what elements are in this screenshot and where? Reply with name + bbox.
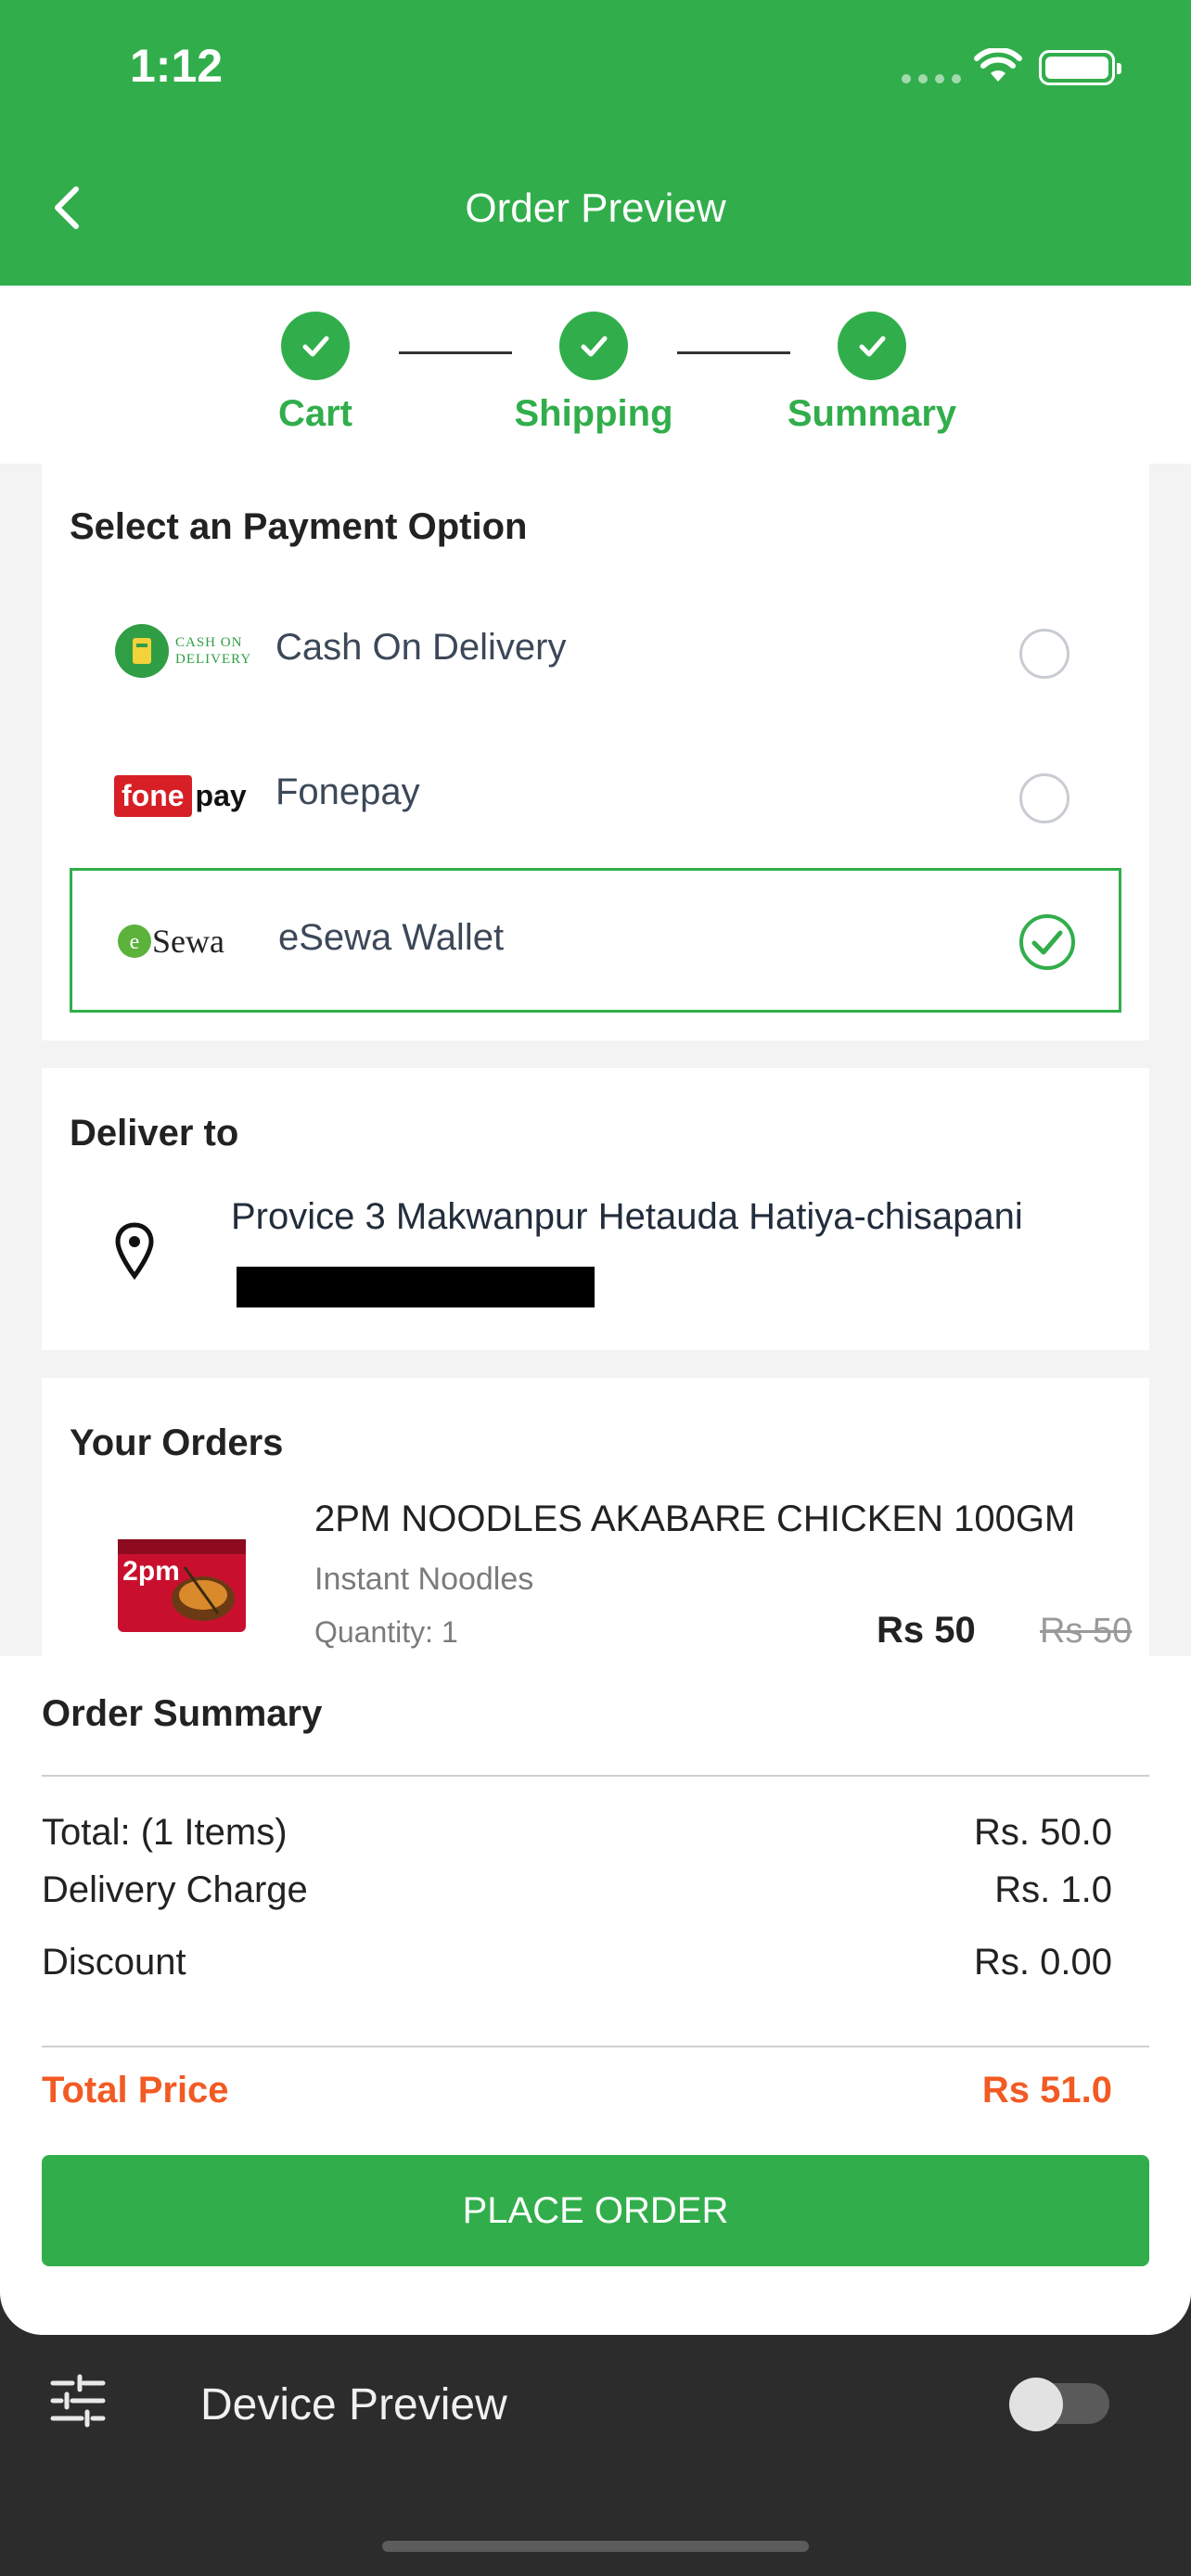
svg-text:e: e	[130, 930, 140, 954]
step-label: Shipping	[514, 393, 673, 434]
total-price-label: Total Price	[42, 2070, 229, 2111]
summary-row-total-items: Total: (1 Items) Rs. 50.0	[42, 1812, 1112, 1854]
app-screen: 1:12 Order Preview Cart Shipping Summary…	[0, 0, 1191, 2335]
divider	[42, 1775, 1149, 1777]
page-title: Order Preview	[465, 185, 726, 231]
summary-label: Discount	[42, 1942, 186, 1983]
fonepay-logo: fone pay	[114, 762, 259, 829]
pay-text: pay	[195, 778, 247, 812]
step-cart[interactable]: Cart	[213, 312, 417, 435]
esewa-logo: e Sewa	[117, 908, 262, 975]
checkout-stepper: Cart Shipping Summary	[0, 286, 1191, 464]
summary-value: Rs. 50.0	[974, 1812, 1112, 1853]
cod-logo-text: CASH ON DELIVERY	[175, 635, 252, 667]
delivery-title: Deliver to	[70, 1113, 239, 1154]
product-quantity: Quantity: 1	[314, 1615, 458, 1649]
summary-value: Rs. 0.00	[974, 1942, 1112, 1983]
summary-row-delivery: Delivery Charge Rs. 1.0	[42, 1869, 1112, 1911]
fone-badge: fone	[114, 774, 192, 817]
svg-text:2pm: 2pm	[122, 1556, 180, 1587]
cash-on-delivery-logo: CASH ON DELIVERY	[114, 618, 259, 684]
toggle-knob	[1009, 2378, 1063, 2431]
payment-title: Select an Payment Option	[70, 506, 528, 547]
payment-option-label: Cash On Delivery	[275, 627, 567, 668]
order-summary-title: Order Summary	[42, 1693, 323, 1734]
device-preview-label: Device Preview	[200, 2380, 507, 2429]
tune-sliders-icon[interactable]	[50, 2374, 106, 2428]
step-label: Cart	[277, 393, 353, 434]
summary-label: Total: (1 Items)	[42, 1812, 288, 1853]
header-bar: 1:12 Order Preview	[0, 0, 1191, 286]
product-original-price: Rs 50	[1040, 1612, 1133, 1651]
payment-option-label: Fonepay	[275, 772, 420, 812]
step-label: Summary	[787, 393, 957, 434]
cellular-signal-icon	[902, 74, 961, 83]
device-preview-toggle[interactable]	[1009, 2378, 1109, 2431]
product-name: 2PM NOODLES AKABARE CHICKEN 100GM	[314, 1498, 1076, 1539]
divider	[42, 2046, 1149, 2047]
esewa-logo-text: Sewa	[152, 923, 224, 960]
device-preview-bar	[0, 2335, 1191, 2576]
orders-title: Your Orders	[70, 1422, 284, 1463]
payment-option-fonepay[interactable]: fone pay Fonepay	[70, 725, 1121, 870]
check-circle-icon[interactable]	[1018, 913, 1076, 971]
payment-option-esewa[interactable]: e Sewa eSewa Wallet	[70, 868, 1121, 1013]
step-shipping[interactable]: Shipping	[492, 312, 696, 435]
wifi-icon	[974, 48, 1022, 82]
home-indicator	[382, 2541, 809, 2552]
summary-row-discount: Discount Rs. 0.00	[42, 1942, 1112, 1983]
product-price: Rs 50	[877, 1610, 976, 1651]
orders-card: Your Orders 2pm 2PM NOODLES AKABARE CHIC…	[42, 1378, 1149, 1684]
radio-unselected-icon[interactable]	[1019, 773, 1069, 823]
check-icon	[559, 312, 628, 380]
redacted-text	[237, 1267, 595, 1307]
check-icon	[281, 312, 350, 380]
place-order-button[interactable]: PLACE ORDER	[42, 2155, 1149, 2266]
payment-option-cod[interactable]: CASH ON DELIVERY Cash On Delivery	[70, 580, 1121, 725]
product-category: Instant Noodles	[314, 1562, 534, 1597]
payment-option-label: eSewa Wallet	[278, 917, 505, 958]
summary-label: Delivery Charge	[42, 1869, 308, 1910]
total-price-value: Rs 51.0	[981, 2070, 1112, 2111]
status-time: 1:12	[130, 40, 224, 92]
summary-row-total-price: Total Price Rs 51.0	[42, 2070, 1112, 2111]
delivery-address: Provice 3 Makwanpur Hetauda Hatiya-chisa…	[231, 1196, 1023, 1237]
order-summary-sheet: Order Summary Total: (1 Items) Rs. 50.0 …	[0, 1656, 1191, 2335]
delivery-card: Deliver to Provice 3 Makwanpur Hetauda H…	[42, 1068, 1149, 1350]
summary-value: Rs. 1.0	[994, 1869, 1112, 1910]
check-icon	[838, 312, 906, 380]
payment-card: Select an Payment Option CASH ON DELIVERY…	[42, 464, 1149, 1040]
product-image: 2pm	[118, 1539, 246, 1632]
battery-icon	[1039, 50, 1121, 85]
step-summary[interactable]: Summary	[770, 312, 974, 435]
radio-unselected-icon[interactable]	[1019, 629, 1069, 679]
location-pin-icon	[115, 1222, 154, 1280]
